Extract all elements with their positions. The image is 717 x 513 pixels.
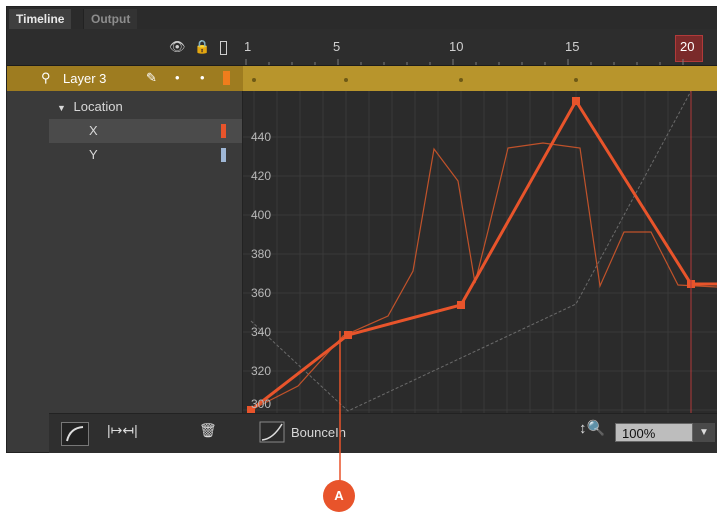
callout-badge: A xyxy=(323,480,355,512)
callout-line xyxy=(339,331,341,482)
